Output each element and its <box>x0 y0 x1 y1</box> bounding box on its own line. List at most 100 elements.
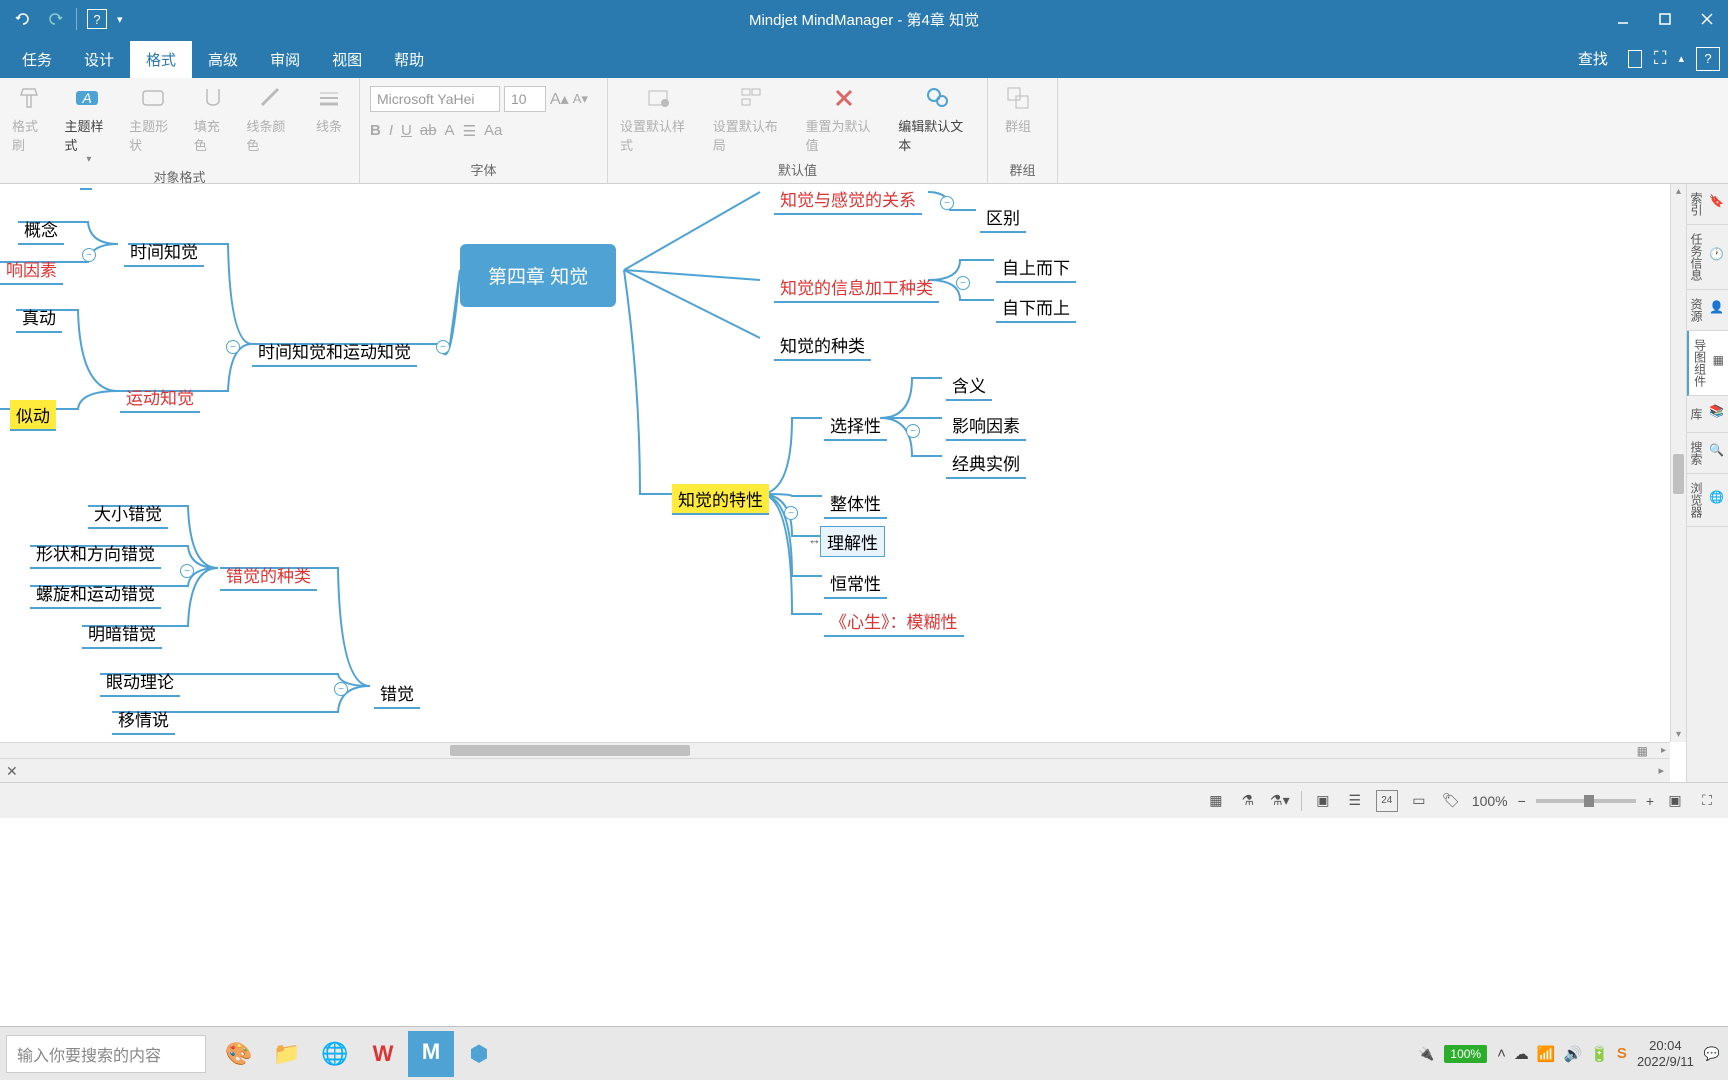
scroll-menu-icon[interactable]: ▦ <box>1637 744 1648 758</box>
horizontal-scroll-thumb[interactable] <box>450 745 690 756</box>
collapse-toggle[interactable]: − <box>906 424 920 438</box>
sb-outline-icon[interactable]: ☰ <box>1344 790 1366 812</box>
node-qubie[interactable]: 区别 <box>980 202 1026 233</box>
node-lijiexing-selected[interactable]: 理解性 <box>820 526 885 557</box>
node-jingdian-shili[interactable]: 经典实例 <box>946 448 1026 479</box>
reset-default-button[interactable]: 重置为默认值 <box>800 82 889 156</box>
fill-color-button[interactable]: 填充色 <box>188 82 237 156</box>
taskbar-app-mindmanager[interactable]: M <box>408 1031 454 1077</box>
node-hengchangxing[interactable]: 恒常性 <box>824 568 887 599</box>
tab-advanced[interactable]: 高级 <box>192 41 254 78</box>
taskbar-app-chrome[interactable]: 🌐 <box>312 1031 358 1077</box>
sb-filter-icon[interactable]: ⚗ <box>1237 790 1259 812</box>
tray-up-icon[interactable]: ˄ <box>1497 1045 1506 1063</box>
node-zishang[interactable]: 自上而下 <box>996 252 1076 283</box>
tray-notifications-icon[interactable]: 💬 <box>1704 1046 1720 1062</box>
tab-task[interactable]: 任务 <box>6 41 68 78</box>
maximize-button[interactable] <box>1644 0 1686 38</box>
underline-button[interactable]: U <box>401 122 412 140</box>
font-size-select[interactable]: 10 <box>504 86 546 112</box>
increase-font-icon[interactable]: A▴ <box>550 89 569 109</box>
node-shijian-yundong[interactable]: 时间知觉和运动知觉 <box>252 336 417 367</box>
sb-fit-icon[interactable]: ▣ <box>1664 790 1686 812</box>
vertical-scroll-thumb[interactable] <box>1673 454 1684 494</box>
zoom-out-button[interactable]: − <box>1518 793 1526 809</box>
sb-slide-icon[interactable]: ▭ <box>1408 790 1430 812</box>
windows-search[interactable]: 输入你要搜索的内容 <box>6 1035 206 1073</box>
highlight-button[interactable]: ☰ <box>463 122 476 140</box>
node-zhengtixing[interactable]: 整体性 <box>824 488 887 519</box>
node-cuojue-zhonglei[interactable]: 错觉的种类 <box>220 560 317 591</box>
mindmap-canvas[interactable]: 第四章 知觉 概念 时间知觉 响因素 真动 运动知觉 似动 时间知觉和运动知觉 … <box>0 184 1670 742</box>
collapse-toggle[interactable]: − <box>784 506 798 520</box>
taskbar-app-explorer[interactable]: 📁 <box>264 1031 310 1077</box>
find-button[interactable]: 查找 <box>1570 44 1616 73</box>
horizontal-scrollbar[interactable]: ▦ ▸ <box>0 742 1670 758</box>
bold-button[interactable]: B <box>370 122 381 140</box>
sb-filter2-icon[interactable]: ⚗▾ <box>1269 790 1291 812</box>
node-sidong[interactable]: 似动 <box>10 400 56 431</box>
group-button[interactable]: 群组 <box>994 82 1042 137</box>
node-zhijue-texing[interactable]: 知觉的特性 <box>672 484 769 515</box>
collapse-toggle[interactable]: − <box>180 564 194 578</box>
node-yingxiang-yinsu[interactable]: 影响因素 <box>946 410 1026 441</box>
tab-review[interactable]: 审阅 <box>254 41 316 78</box>
sidepanel-search[interactable]: 🔍搜索 <box>1687 433 1728 474</box>
node-xinsheng-mohu[interactable]: 《心生》：模糊性 <box>824 606 964 637</box>
taskbar-app-wps[interactable]: W <box>360 1031 406 1077</box>
node-gainian[interactable]: 概念 <box>18 214 64 245</box>
tray-battery-icon[interactable]: 🔋 <box>1590 1045 1609 1063</box>
node-cuojue[interactable]: 错觉 <box>374 678 420 709</box>
tab-view[interactable]: 视图 <box>316 41 378 78</box>
node-zixia[interactable]: 自下而上 <box>996 292 1076 323</box>
node-luoxuan[interactable]: 螺旋和运动错觉 <box>30 578 161 609</box>
italic-button[interactable]: I <box>389 122 393 140</box>
collapse-toggle[interactable]: − <box>956 276 970 290</box>
sidepanel-library[interactable]: 📚库 <box>1687 396 1728 433</box>
line-color-button[interactable]: 线条颜色 <box>240 82 301 156</box>
tab-help[interactable]: 帮助 <box>378 41 440 78</box>
tray-cloud-icon[interactable]: ☁ <box>1514 1045 1529 1063</box>
strikethrough-button[interactable]: ab <box>420 122 437 140</box>
zoom-in-button[interactable]: + <box>1646 793 1654 809</box>
sb-fullscreen-icon[interactable]: ⛶ <box>1696 790 1718 812</box>
taskbar-app-1[interactable]: 🎨 <box>216 1031 262 1077</box>
tab-format[interactable]: 格式 <box>130 41 192 78</box>
node-xuanzexing[interactable]: 选择性 <box>824 410 887 441</box>
line-button[interactable]: 线条 <box>305 82 353 137</box>
node-daxiao[interactable]: 大小错觉 <box>88 498 168 529</box>
help-dropdown[interactable]: ? <box>87 9 107 29</box>
tray-wifi-icon[interactable]: 📶 <box>1537 1045 1556 1063</box>
sb-fold-icon[interactable]: ▣ <box>1312 790 1334 812</box>
node-yandong[interactable]: 眼动理论 <box>100 666 180 697</box>
set-default-layout-button[interactable]: 设置默认布局 <box>707 82 796 156</box>
node-xiangying-yinsu[interactable]: 响因素 <box>0 254 63 285</box>
help-icon[interactable]: ? <box>1696 47 1720 71</box>
node-zhendong[interactable]: 真动 <box>16 302 62 333</box>
font-color-button[interactable]: A <box>445 122 455 140</box>
node-xingzhuang[interactable]: 形状和方向错觉 <box>30 538 161 569</box>
node-partial-top[interactable] <box>80 184 92 190</box>
sidepanel-task-info[interactable]: 🕐任务信息 <box>1687 225 1728 290</box>
node-hanyi[interactable]: 含义 <box>946 370 992 401</box>
topic-shape-button[interactable]: 主题形状 <box>123 82 184 156</box>
collapse-toggle[interactable]: − <box>82 248 96 262</box>
node-mingan[interactable]: 明暗错觉 <box>82 618 162 649</box>
central-topic[interactable]: 第四章 知觉 <box>460 244 616 307</box>
sidepanel-browser[interactable]: 🌐浏览器 <box>1687 474 1728 527</box>
sb-view1-icon[interactable]: ▦ <box>1205 790 1227 812</box>
edit-default-text-button[interactable]: 编辑默认文本 <box>892 82 981 156</box>
close-button[interactable] <box>1686 0 1728 38</box>
tab-design[interactable]: 设计 <box>68 41 130 78</box>
collapse-toggle[interactable]: − <box>940 196 954 210</box>
collapse-toggle[interactable]: − <box>226 340 240 354</box>
zoom-slider[interactable] <box>1536 799 1636 803</box>
node-xinxi-jiagong[interactable]: 知觉的信息加工种类 <box>774 272 939 303</box>
sidepanel-resource[interactable]: 👤资源 <box>1687 290 1728 331</box>
vertical-scrollbar[interactable]: ▴ ▾ <box>1670 184 1686 742</box>
node-yiqing[interactable]: 移情说 <box>112 704 175 735</box>
node-shijian-zhijue[interactable]: 时间知觉 <box>124 236 204 267</box>
decrease-font-icon[interactable]: A▾ <box>573 91 588 107</box>
format-painter-button[interactable]: 格式刷 <box>6 82 55 156</box>
case-button[interactable]: Aa <box>484 122 502 140</box>
